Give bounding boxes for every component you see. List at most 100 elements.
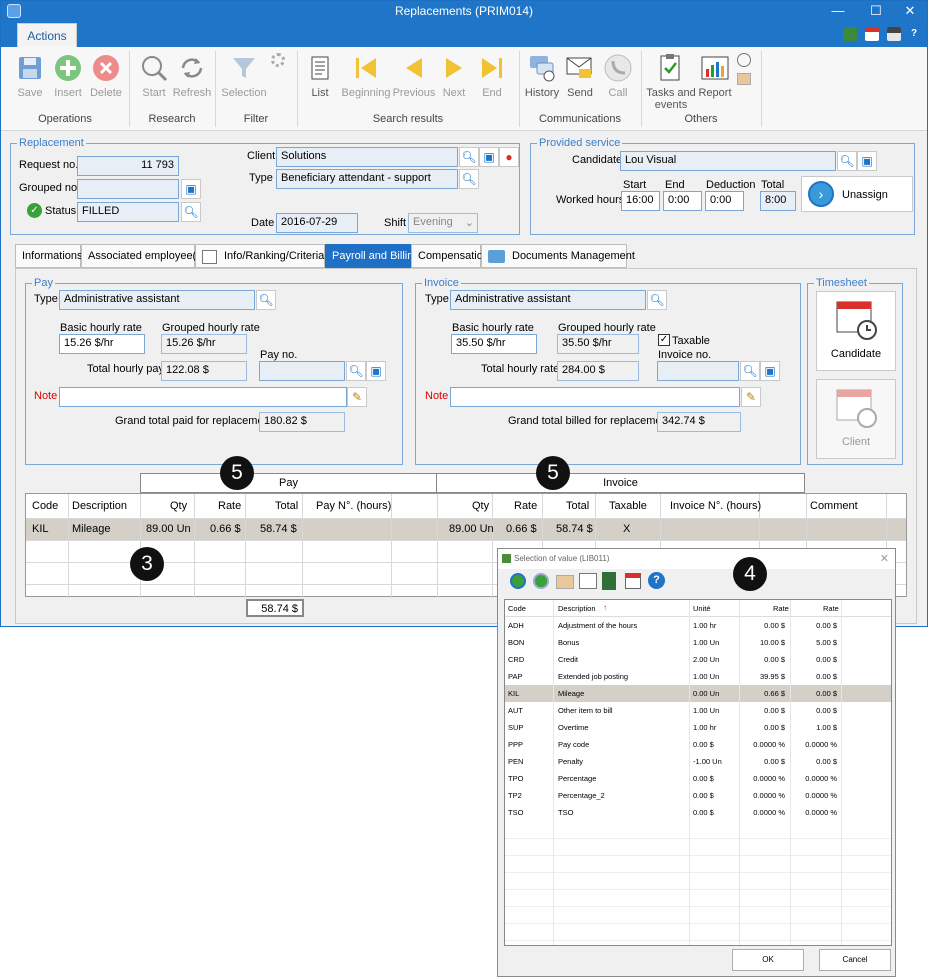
column-header-pay-qty[interactable]: Qty xyxy=(170,500,187,512)
column-header-pay-rate[interactable]: Rate xyxy=(218,500,241,512)
column-header-rate-2[interactable]: Rate xyxy=(823,604,839,613)
request-no-field[interactable]: 11 793 xyxy=(77,156,179,176)
calculator-icon[interactable] xyxy=(843,27,857,41)
type-search-icon[interactable]: 🔍︎ xyxy=(459,169,479,189)
date-field[interactable]: 2016-07-29 xyxy=(276,213,358,233)
client-field[interactable]: Solutions xyxy=(276,147,458,167)
tab-payroll-and-billing[interactable]: Payroll and Billing xyxy=(325,244,419,268)
dialog-close-icon[interactable]: ✕ xyxy=(880,552,889,565)
candidate-field[interactable]: Lou Visual xyxy=(620,151,836,171)
invoice-pencil-icon[interactable]: ✎ xyxy=(741,387,761,407)
calendar-icon[interactable] xyxy=(865,27,879,41)
tab-info-ranking-criteria[interactable]: Info/Ranking/Criteria xyxy=(195,244,325,268)
report-button[interactable]: Report xyxy=(690,53,740,99)
column-header-code[interactable]: Code xyxy=(32,500,58,512)
delete-button[interactable]: Delete xyxy=(81,53,131,99)
inbox-icon[interactable] xyxy=(737,73,751,85)
invoice-note-field[interactable] xyxy=(450,387,740,407)
inbox-icon[interactable] xyxy=(556,575,574,589)
list-item[interactable]: BON Bonus 1.00 Un 10.00 $ 5.00 $ xyxy=(505,634,891,651)
status-search-icon[interactable]: 🔍︎ xyxy=(181,202,201,222)
invoice-no-field[interactable] xyxy=(657,361,739,381)
invoice-grouped-rate-field[interactable]: 35.50 $/hr xyxy=(557,334,639,354)
tab-documents-management[interactable]: Documents Management xyxy=(481,244,635,268)
column-header-invoice-no[interactable]: Invoice N°. (hours) xyxy=(670,500,761,512)
invoice-basic-rate-field[interactable]: 35.50 $/hr xyxy=(451,334,537,354)
list-item[interactable]: TP2 Percentage_2 0.00 $ 0.0000 % 0.0000 % xyxy=(505,787,891,804)
candidate-folder-icon[interactable]: ▣ xyxy=(857,151,877,171)
grouped-search-icon[interactable]: ▣ xyxy=(181,179,201,199)
client-folder-icon[interactable]: ▣ xyxy=(479,147,499,167)
search-next-icon[interactable] xyxy=(533,573,549,589)
list-item[interactable]: ADH Adjustment of the hours 1.00 hr 0.00 $ 0… xyxy=(505,617,891,634)
taxable-checkbox[interactable]: ✓ xyxy=(658,334,670,346)
ok-button[interactable]: OK xyxy=(732,949,804,971)
list-button[interactable]: List xyxy=(295,53,345,99)
pay-grouped-rate-field[interactable]: 15.26 $/hr xyxy=(161,334,247,354)
end-button[interactable]: End xyxy=(467,53,517,99)
grand-total-paid-field[interactable]: 180.82 $ xyxy=(259,412,345,432)
list-item[interactable]: PEN Penalty -1.00 Un 0.00 $ 0.00 $ xyxy=(505,753,891,770)
column-header-invoice-rate[interactable]: Rate xyxy=(514,500,537,512)
list-item[interactable]: CRD Credit 2.00 Un 0.00 $ 0.00 $ xyxy=(505,651,891,668)
tab-compensation[interactable]: Compensation xyxy=(411,244,489,268)
list-item[interactable]: AUT Other item to bill 1.00 Un 0.00 $ 0.00 $ xyxy=(505,702,891,719)
pay-no-folder-icon[interactable]: ▣ xyxy=(366,361,386,381)
pay-no-search-icon[interactable]: 🔍︎ xyxy=(346,361,366,381)
clock-icon[interactable] xyxy=(737,53,751,67)
close-icon[interactable]: ✕ xyxy=(895,2,925,20)
column-header-description[interactable]: Description xyxy=(558,604,596,613)
search-green-icon[interactable] xyxy=(510,573,526,589)
shift-select[interactable]: Evening ⌄ xyxy=(408,213,478,233)
tab-informations[interactable]: Informations xyxy=(15,244,83,268)
invoice-no-folder-icon[interactable]: ▣ xyxy=(760,361,780,381)
chart-icon[interactable] xyxy=(579,573,597,589)
cancel-button[interactable]: Cancel xyxy=(819,949,891,971)
status-field[interactable]: FILLED xyxy=(77,202,179,222)
tab-associated-employees[interactable]: Associated employee(s) xyxy=(81,244,205,268)
pencil-icon[interactable]: ✎ xyxy=(347,387,367,407)
column-header-code[interactable]: Code xyxy=(508,604,526,613)
start-field[interactable]: 16:00 xyxy=(621,191,660,211)
tab-actions[interactable]: Actions xyxy=(17,23,77,47)
list-item[interactable]: SUP Overtime 1.00 hr 0.00 $ 1.00 $ xyxy=(505,719,891,736)
column-header-invoice-qty[interactable]: Qty xyxy=(472,500,489,512)
pay-note-field[interactable] xyxy=(59,387,347,407)
pay-type-search-icon[interactable]: 🔍︎ xyxy=(256,290,276,310)
column-header-description[interactable]: Description xyxy=(72,500,127,512)
list-item[interactable]: TSO TSO 0.00 $ 0.0000 % 0.0000 % xyxy=(505,804,891,821)
list-item[interactable]: KIL Mileage 0.00 Un 0.66 $ 0.00 $ xyxy=(505,685,891,702)
list-item[interactable]: TPO Percentage 0.00 $ 0.0000 % 0.0000 % xyxy=(505,770,891,787)
end-field[interactable]: 0:00 xyxy=(663,191,702,211)
help-icon[interactable]: ? xyxy=(907,27,921,41)
calculator-icon[interactable] xyxy=(602,572,616,590)
selection-button[interactable]: Selection xyxy=(219,53,269,99)
maximize-icon[interactable]: ☐ xyxy=(861,2,891,20)
total-field[interactable]: 8:00 xyxy=(760,191,796,211)
invoice-type-field[interactable]: Administrative assistant xyxy=(450,290,646,310)
client-map-pin-icon[interactable]: ● xyxy=(499,147,519,167)
minimize-icon[interactable]: — xyxy=(823,2,853,20)
candidate-search-icon[interactable]: 🔍︎ xyxy=(837,151,857,171)
help-icon[interactable]: ? xyxy=(648,572,665,589)
column-header-unit[interactable]: Unité xyxy=(693,604,711,613)
grouped-no-field[interactable] xyxy=(77,179,179,199)
gear-icon[interactable] xyxy=(271,53,285,67)
column-header-pay-no[interactable]: Pay N°. (hours) xyxy=(316,500,391,512)
beginning-button[interactable]: Beginning xyxy=(341,53,391,99)
pay-type-field[interactable]: Administrative assistant xyxy=(59,290,255,310)
total-hourly-rate-field[interactable]: 284.00 $ xyxy=(557,361,639,381)
timesheet-client-button[interactable]: Client xyxy=(816,379,896,459)
column-header-taxable[interactable]: Taxable xyxy=(609,500,647,512)
type-field[interactable]: Beneficiary attendant - support xyxy=(276,169,458,189)
column-header-invoice-total[interactable]: Total xyxy=(566,500,589,512)
client-search-icon[interactable]: 🔍︎ xyxy=(459,147,479,167)
unassign-button[interactable]: › Unassign xyxy=(801,176,913,212)
total-hourly-pay-field[interactable]: 122.08 $ xyxy=(161,361,247,381)
column-header-rate[interactable]: Rate xyxy=(773,604,789,613)
list-item[interactable]: PAP Extended job posting 1.00 Un 39.95 $ 0.0… xyxy=(505,668,891,685)
printer-icon[interactable] xyxy=(887,27,901,41)
deduction-field[interactable]: 0:00 xyxy=(705,191,744,211)
grand-total-billed-field[interactable]: 342.74 $ xyxy=(657,412,741,432)
list-item[interactable]: PPP Pay code 0.00 $ 0.0000 % 0.0000 % xyxy=(505,736,891,753)
